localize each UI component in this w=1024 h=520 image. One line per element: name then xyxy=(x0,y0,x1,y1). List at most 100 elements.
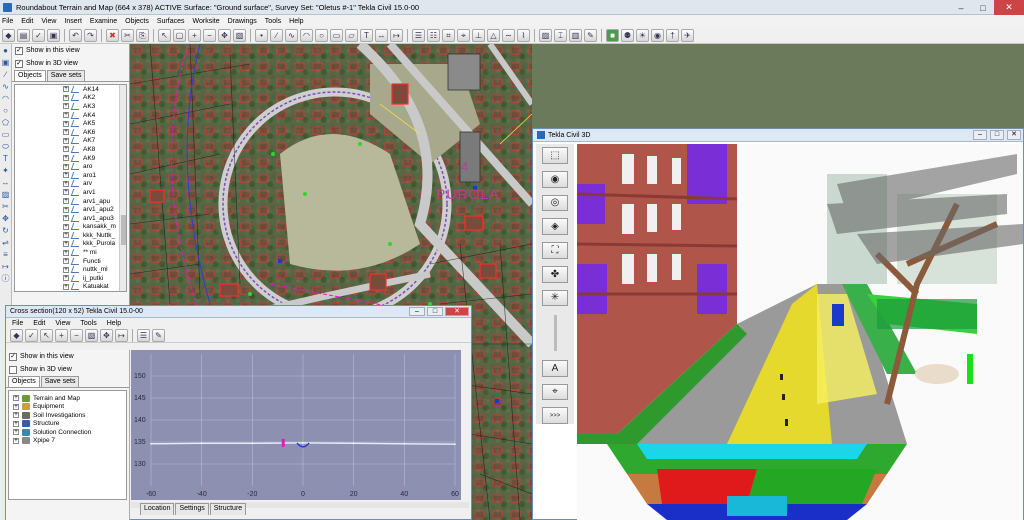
tree-item[interactable]: + kkk_Nuttk_ xyxy=(15,231,126,240)
expand-icon[interactable]: + xyxy=(63,283,69,290)
expand-icon[interactable]: + xyxy=(63,206,69,213)
menu-insert[interactable]: Insert xyxy=(64,18,82,25)
tree-item[interactable]: + AK2 xyxy=(15,94,126,103)
zoom-in-icon[interactable]: + xyxy=(188,28,201,42)
fit-view-icon[interactable]: ⛶ xyxy=(542,242,568,259)
xs-tree-item[interactable]: + Equipment xyxy=(9,403,126,412)
arc-tool-icon[interactable]: ◠ xyxy=(1,94,10,103)
tree-item[interactable]: + AK6 xyxy=(15,128,126,137)
xs-tree-item[interactable]: + Xpipe 7 xyxy=(9,437,126,446)
xs-tab-objects[interactable]: Objects xyxy=(8,376,40,387)
tree-item[interactable]: + AK4 xyxy=(15,111,126,120)
light-icon[interactable]: ☀ xyxy=(636,28,649,42)
menu-drawings[interactable]: Drawings xyxy=(228,18,257,25)
expand-icon[interactable]: + xyxy=(63,232,69,239)
expand-icon[interactable]: + xyxy=(13,429,19,436)
tree-item[interactable]: + kansakk_m xyxy=(15,223,126,232)
redo-icon[interactable]: ↷ xyxy=(84,28,97,42)
tree-item[interactable]: + ** mi xyxy=(15,248,126,257)
expand-icon[interactable]: + xyxy=(63,112,69,119)
expand-icon[interactable]: + xyxy=(63,198,69,205)
snap-icon[interactable]: ⌖ xyxy=(457,28,470,42)
delete-icon[interactable]: ✖ xyxy=(106,28,119,42)
menu-view[interactable]: View xyxy=(41,18,56,25)
tree-item[interactable]: + AK8 xyxy=(15,145,126,154)
edit-icon[interactable]: ✎ xyxy=(584,28,597,42)
xs-check-icon[interactable]: ✓ xyxy=(25,329,38,342)
expand-icon[interactable]: + xyxy=(63,86,69,93)
cross-section-maximize-button[interactable]: □ xyxy=(427,307,443,316)
xs-pan-icon[interactable]: ✥ xyxy=(100,329,113,342)
expand-icon[interactable]: + xyxy=(63,240,69,247)
zoom-out-icon[interactable]: − xyxy=(203,28,216,42)
surface-icon[interactable]: △ xyxy=(487,28,500,42)
view-3d-maximize-button[interactable]: □ xyxy=(990,130,1004,140)
undo-icon[interactable]: ↶ xyxy=(69,28,82,42)
menu-edit[interactable]: Edit xyxy=(21,18,33,25)
minimize-button[interactable]: ‒ xyxy=(950,0,972,15)
menu-file[interactable]: File xyxy=(2,18,13,25)
move-tool-icon[interactable]: ✥ xyxy=(1,214,10,223)
open-icon[interactable]: ▤ xyxy=(17,28,30,42)
select-tool-icon[interactable]: ● xyxy=(1,46,10,55)
expand-icon[interactable]: + xyxy=(13,437,19,444)
expand-icon[interactable]: + xyxy=(63,275,69,282)
expand-icon[interactable]: + xyxy=(63,249,69,256)
expand-icon[interactable]: + xyxy=(63,172,69,179)
ortho-icon[interactable]: ⊥ xyxy=(472,28,485,42)
polyline-icon[interactable]: ∿ xyxy=(285,28,298,42)
menu-help[interactable]: Help xyxy=(289,18,303,25)
walk-icon[interactable]: † xyxy=(666,28,679,42)
expand-icon[interactable]: + xyxy=(63,146,69,153)
xs-tree-item[interactable]: + Structure xyxy=(9,420,126,429)
measure-tool-icon[interactable]: ↦ xyxy=(1,262,10,271)
expand-icon[interactable]: + xyxy=(63,155,69,162)
view-3d-close-button[interactable]: ✕ xyxy=(1007,130,1021,140)
fit-icon[interactable]: ▧ xyxy=(233,28,246,42)
tree-item[interactable]: + Functi xyxy=(15,257,126,266)
profile-icon[interactable]: ⌇ xyxy=(517,28,530,42)
properties-icon[interactable]: ☷ xyxy=(427,28,440,42)
menu-objects[interactable]: Objects xyxy=(125,18,149,25)
expand-icon[interactable]: + xyxy=(63,223,69,230)
expand-icon[interactable]: + xyxy=(13,412,19,419)
cross-section-minimize-button[interactable]: ‒ xyxy=(409,307,425,316)
expand-icon[interactable]: + xyxy=(63,258,69,265)
expand-icon[interactable]: + xyxy=(13,403,19,410)
copy-icon[interactable]: ⎘ xyxy=(136,28,149,42)
camera-view-icon[interactable]: ◎ xyxy=(542,194,568,212)
tree-item[interactable]: + arv1 xyxy=(15,188,126,197)
expand-icon[interactable]: + xyxy=(63,94,69,101)
xs-edit-icon[interactable]: ✎ xyxy=(152,329,165,342)
tab-save-sets[interactable]: Save sets xyxy=(46,70,86,81)
expand-icon[interactable]: + xyxy=(63,120,69,127)
expand-icon[interactable]: + xyxy=(63,266,69,273)
menu-tools[interactable]: Tools xyxy=(265,18,281,25)
trim-tool-icon[interactable]: ✂ xyxy=(1,202,10,211)
tree-item[interactable]: + arv1_apu3 xyxy=(15,214,126,223)
dimension-tool-icon[interactable]: ↔ xyxy=(1,178,10,187)
select-icon[interactable]: ↖ xyxy=(158,28,171,42)
rect-tool-icon[interactable]: ▭ xyxy=(1,130,10,139)
tree-item[interactable]: + arv xyxy=(15,180,126,189)
ellipse-tool-icon[interactable]: ⬭ xyxy=(1,142,10,151)
menu-examine[interactable]: Examine xyxy=(90,18,117,25)
expand-icon[interactable]: + xyxy=(63,129,69,136)
xs-menu-help[interactable]: Help xyxy=(107,320,121,327)
expand-icon[interactable]: + xyxy=(13,420,19,427)
hatch-tool-icon[interactable]: ▨ xyxy=(1,190,10,199)
tree-item[interactable]: + ij_putki xyxy=(15,274,126,283)
tree-item[interactable]: + AK3 xyxy=(15,102,126,111)
show-in-3d-checkbox[interactable]: ✓ Show in 3D view xyxy=(12,57,129,70)
xs-menu-file[interactable]: File xyxy=(12,320,23,327)
offset-tool-icon[interactable]: ≡ xyxy=(1,250,10,259)
cross-section-plot[interactable]: -60 -40 -20 0 20 40 60 130 135 140 145 150 xyxy=(131,350,461,500)
tree-item[interactable]: + AK9 xyxy=(15,154,126,163)
xs-menu-edit[interactable]: Edit xyxy=(33,320,45,327)
point-tool-icon[interactable]: ▣ xyxy=(1,58,10,67)
tree-item[interactable]: + AK5 xyxy=(15,119,126,128)
rotate-3d-icon[interactable]: ✳ xyxy=(542,289,568,307)
polygon-tool-icon[interactable]: ⬠ xyxy=(1,118,10,127)
circle-tool-icon[interactable]: ○ xyxy=(1,106,10,115)
tab-objects[interactable]: Objects xyxy=(14,70,46,81)
